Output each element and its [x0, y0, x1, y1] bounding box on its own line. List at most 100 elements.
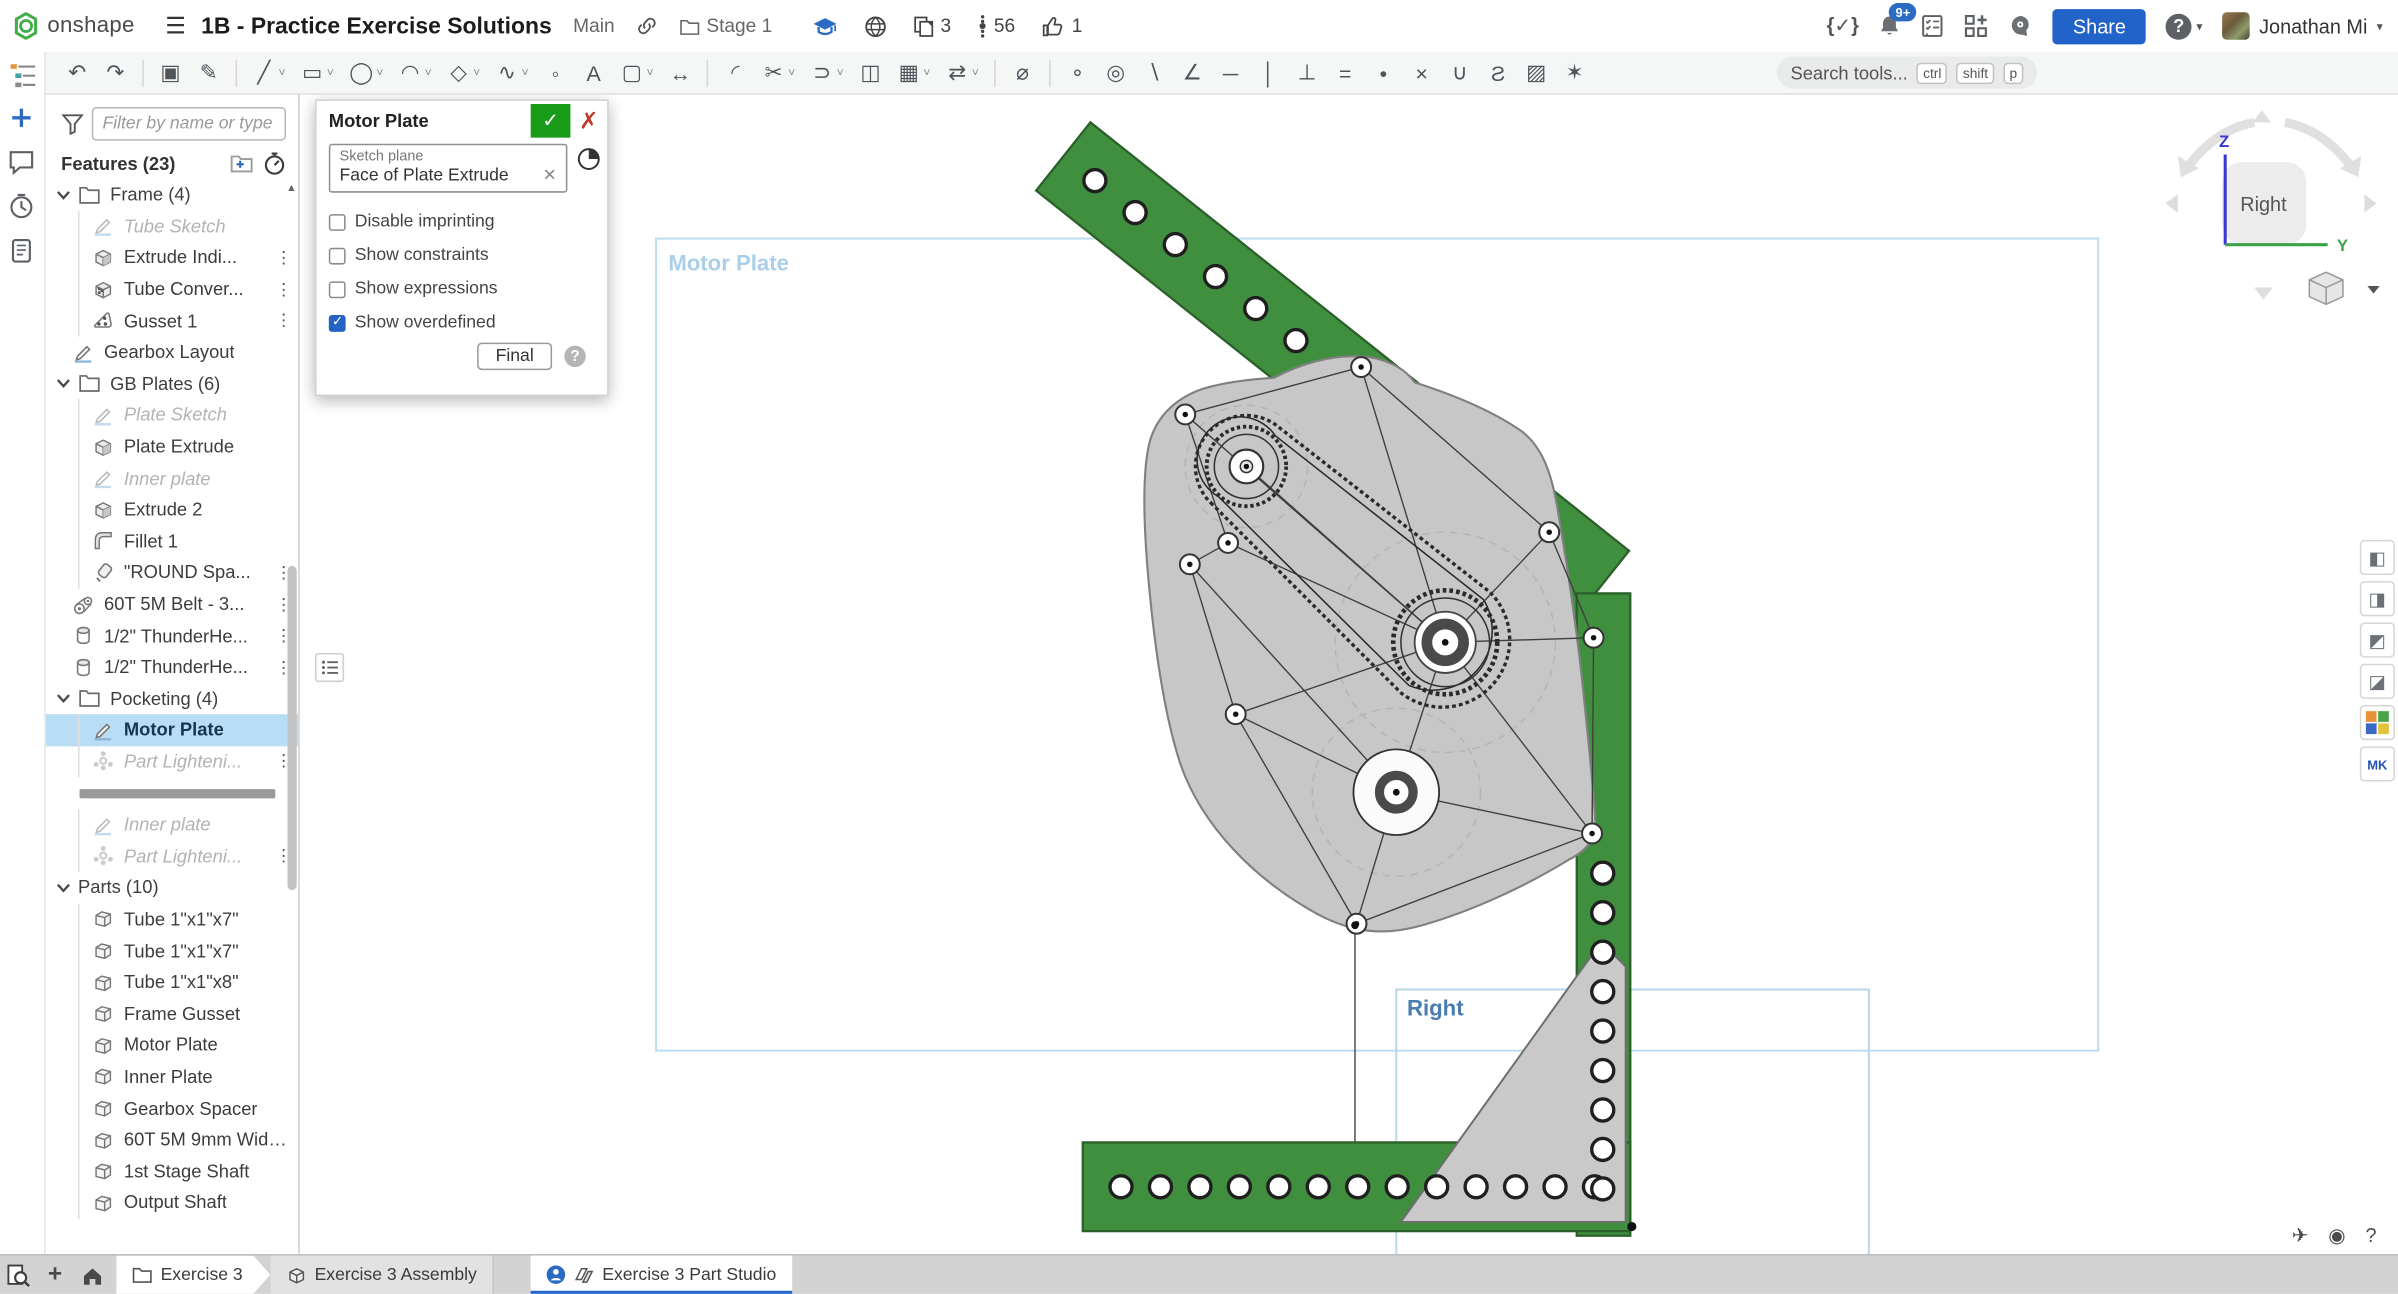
search-tools-box[interactable]: Search tools... ctrl shift p: [1777, 57, 2037, 89]
chevron-down-icon[interactable]: ˅: [376, 66, 383, 80]
drag-handle-icon[interactable]: ⋮: [275, 279, 290, 299]
linear-pattern-tool[interactable]: ▦˅: [890, 52, 938, 93]
display-options-icon[interactable]: ◧: [2360, 540, 2395, 575]
feature-output-shaft[interactable]: Output Shaft: [46, 1187, 298, 1218]
polygon-tool[interactable]: ◇˅: [439, 52, 487, 93]
midpoint-constraint-tool[interactable]: •: [1364, 52, 1402, 93]
collapse-caret-icon[interactable]: [54, 689, 74, 709]
rotate-up-icon[interactable]: [2253, 110, 2271, 122]
chevron-down-icon[interactable]: ˅: [425, 66, 432, 80]
lower-hub[interactable]: [1353, 749, 1439, 835]
clear-selection-icon[interactable]: ✕: [536, 165, 556, 185]
feature-motor-plate[interactable]: Motor Plate: [46, 714, 298, 745]
curvature-constraint-tool[interactable]: ∪: [1441, 52, 1479, 93]
feature-1-2-thunderhe[interactable]: 1/2" ThunderHe...⋮: [46, 620, 298, 651]
option-show-overdefined[interactable]: Show overdefined: [329, 306, 595, 340]
final-button[interactable]: Final: [477, 343, 552, 371]
rollback-bar-handle[interactable]: [80, 788, 276, 797]
isometric-view-icon[interactable]: ◪: [2360, 664, 2395, 699]
graphics-viewport[interactable]: Motor Plate Right: [301, 95, 2398, 1254]
link-icon[interactable]: [636, 15, 657, 36]
group-frame-4[interactable]: Frame (4): [46, 179, 298, 210]
rotate-down-icon[interactable]: [2254, 288, 2272, 300]
chevron-down-icon[interactable]: ˅: [646, 66, 653, 80]
feature-plate-extrude[interactable]: Plate Extrude: [46, 431, 298, 462]
group-parts-10[interactable]: Parts (10): [46, 872, 298, 903]
suppress-clock-icon[interactable]: [577, 147, 601, 171]
feature-60t-5m-belt-3[interactable]: 60T 5M Belt - 3...⋮: [46, 588, 298, 619]
sketch-plane-field[interactable]: Sketch plane Face of Plate Extrude ✕: [329, 144, 568, 193]
measure-tool[interactable]: ⌀: [1003, 52, 1041, 93]
help-menu[interactable]: ? ▾: [2166, 13, 2203, 39]
rollback-stopwatch-icon[interactable]: [263, 151, 286, 175]
rotate-right-icon[interactable]: [2364, 194, 2376, 212]
feature-extrude-indi[interactable]: Extrude Indi...⋮: [46, 242, 298, 273]
perpendicular-constraint-tool[interactable]: ⊥: [1288, 52, 1326, 93]
pierce-constraint-tool[interactable]: ∠: [1173, 52, 1211, 93]
versions-stat[interactable]: 56: [977, 14, 1015, 38]
notifications-bell-icon[interactable]: 9+: [1879, 14, 1902, 38]
option-show-constraints[interactable]: Show constraints: [329, 239, 595, 273]
feature-1-2-thunderhe[interactable]: 1/2" ThunderHe...⋮: [46, 651, 298, 682]
send-feedback-icon[interactable]: ✈: [2292, 1223, 2309, 1247]
scroll-up-icon[interactable]: ▲: [286, 184, 297, 195]
symmetric-constraint-tool[interactable]: Ƨ: [1479, 52, 1517, 93]
feature-fillet-1[interactable]: Fillet 1: [46, 525, 298, 556]
tangent-constraint-tool[interactable]: ∖: [1135, 52, 1173, 93]
feature-tube-1-x1-x8[interactable]: Tube 1"x1"x8": [46, 966, 298, 997]
feature-extrude-2[interactable]: Extrude 2: [46, 494, 298, 525]
tab-exercise-3-assembly[interactable]: Exercise 3 Assembly: [270, 1256, 493, 1294]
filter-funnel-icon[interactable]: [61, 113, 84, 134]
new-folder-icon[interactable]: [229, 153, 253, 174]
spline-tool[interactable]: ∿˅: [488, 52, 536, 93]
chevron-down-icon[interactable]: ˅: [473, 66, 480, 80]
chevron-down-icon[interactable]: ˅: [837, 66, 844, 80]
chevron-down-icon[interactable]: ˅: [327, 66, 334, 80]
comments-icon[interactable]: [7, 148, 38, 179]
featurescript-icon[interactable]: {✓}: [1827, 14, 1859, 38]
fix-constraint-tool[interactable]: ▨: [1517, 52, 1555, 93]
mirror-tool[interactable]: ◫: [851, 52, 889, 93]
tasks-icon[interactable]: [1922, 14, 1945, 38]
history-clock-icon[interactable]: [7, 193, 38, 224]
line-tool[interactable]: ╱˅: [245, 52, 293, 93]
sketch-canvas[interactable]: Motor Plate Right: [301, 95, 2398, 1254]
sketch-fillet-tool[interactable]: ◜: [716, 52, 754, 93]
modify-sketch-tool[interactable]: ✎: [190, 52, 228, 93]
trim-tool[interactable]: ✂˅: [755, 52, 803, 93]
feature-tube-conver[interactable]: Tube Conver...⋮: [46, 273, 298, 304]
option-disable-imprinting[interactable]: Disable imprinting: [329, 205, 595, 239]
center-point-circle-tool[interactable]: ◯˅: [342, 52, 391, 93]
chevron-down-icon[interactable]: ˅: [522, 66, 529, 80]
feature-tube-1-x1-x7[interactable]: Tube 1"x1"x7": [46, 903, 298, 934]
chevron-down-icon[interactable]: ˅: [972, 66, 979, 80]
feature-gusset-1[interactable]: Gusset 1⋮: [46, 305, 298, 336]
chevron-down-icon[interactable]: ˅: [788, 66, 795, 80]
checkbox[interactable]: [329, 314, 346, 331]
dimension-tool[interactable]: ↔: [661, 52, 699, 93]
tab-exercise-3-part-studio[interactable]: Exercise 3 Part Studio: [530, 1256, 791, 1294]
cancel-button[interactable]: ✗: [570, 104, 607, 138]
checkbox[interactable]: [329, 213, 346, 230]
feature-motor-plate[interactable]: Motor Plate: [46, 1029, 298, 1060]
main-menu-icon[interactable]: ☰: [150, 12, 201, 40]
color-swatch-icon[interactable]: [2360, 705, 2395, 740]
feature-inner-plate[interactable]: Inner Plate: [46, 1061, 298, 1092]
show-constraints-toggle-tool[interactable]: ✶: [1555, 52, 1593, 93]
horizontal-constraint-tool[interactable]: ─: [1211, 52, 1249, 93]
user-menu[interactable]: Jonathan Mi ▾: [2222, 12, 2382, 40]
normal-constraint-tool[interactable]: ×: [1403, 52, 1441, 93]
model-tree-icon[interactable]: [7, 60, 38, 91]
orbit-sphere-icon[interactable]: ◉: [2328, 1223, 2345, 1247]
chevron-down-icon[interactable]: ˅: [278, 66, 285, 80]
likes-stat[interactable]: 1: [1041, 15, 1082, 38]
public-icon[interactable]: [864, 15, 887, 38]
feature-part-lighteni[interactable]: Part Lighteni...⋮: [46, 746, 298, 777]
feature-plate-sketch[interactable]: Plate Sketch: [46, 399, 298, 430]
notes-icon[interactable]: [7, 237, 38, 268]
dialog-help-icon[interactable]: ?: [564, 346, 585, 367]
feature-part-lighteni[interactable]: Part Lighteni...⋮: [46, 840, 298, 871]
chevron-down-icon[interactable]: ˅: [923, 66, 930, 80]
feature-tube-1-x1-x7[interactable]: Tube 1"x1"x7": [46, 935, 298, 966]
collapse-caret-icon[interactable]: [54, 374, 74, 394]
